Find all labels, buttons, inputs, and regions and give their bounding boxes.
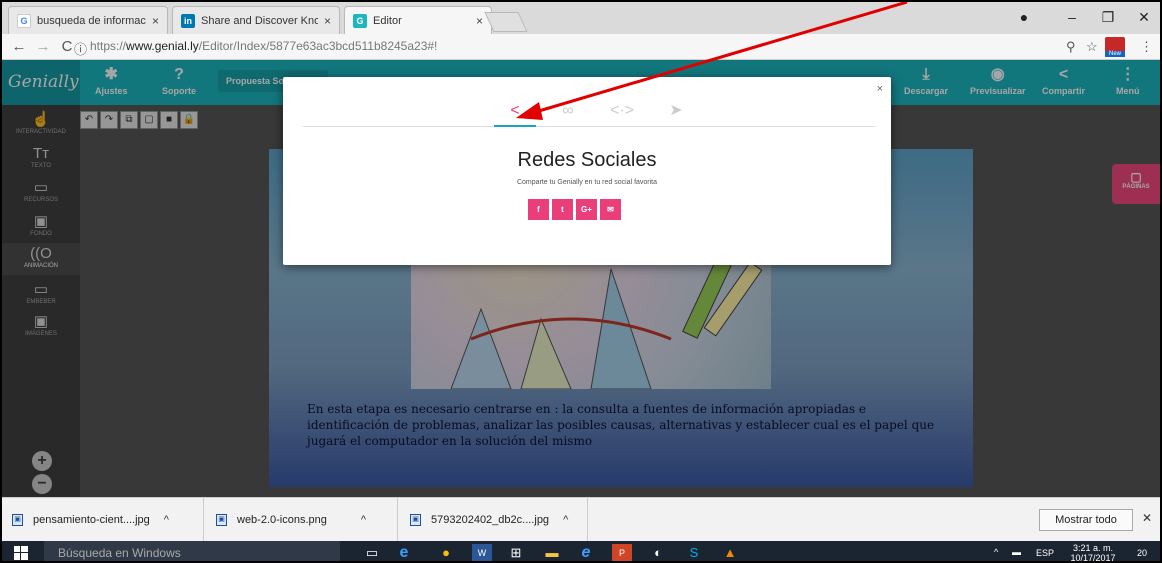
zoom-icon[interactable]: ⚲ <box>1066 39 1076 55</box>
tab-label: Editor <box>373 14 402 27</box>
download-filename: pensamiento-cient....jpg <box>33 514 150 526</box>
windows-taskbar: Búsqueda en Windows ▭ e ● W ⊞ ▬ e P ◐ S … <box>2 541 1160 563</box>
image-file-icon: ▣ <box>410 514 421 526</box>
extension-badge: New <box>1105 51 1125 57</box>
url-input[interactable]: https://www.genial.ly/Editor/Index/5877e… <box>90 39 437 53</box>
tab-social-share[interactable]: < <box>494 101 536 127</box>
close-tab-icon[interactable]: × <box>152 14 159 28</box>
forward-arrow-icon[interactable]: → <box>34 38 52 56</box>
address-bar: ← → C ⓘ https://www.genial.ly/Editor/Ind… <box>2 34 1160 60</box>
taskbar-clock[interactable]: 3:21 a. m. 10/17/2017 <box>1062 543 1124 563</box>
browser-tab-linkedin[interactable]: in Share and Discover Know × <box>172 6 340 34</box>
url-path: /Editor/Index/5877e63ac3bcd511b8245a23#! <box>198 39 438 53</box>
download-filename: 5793202402_db2c....jpg <box>431 514 550 526</box>
language-indicator[interactable]: ESP <box>1036 548 1054 558</box>
close-tab-icon[interactable]: × <box>324 14 331 28</box>
facebook-share-button[interactable]: f <box>528 199 549 220</box>
clock-date: 10/17/2017 <box>1070 553 1116 563</box>
chevron-up-icon[interactable]: ^ <box>563 514 568 526</box>
tab-link[interactable]: ∞ <box>547 101 589 127</box>
extension-icon[interactable]: New <box>1105 37 1125 57</box>
share-icon: < <box>510 102 520 119</box>
download-item[interactable]: ▣ web-2.0-icons.png ^ <box>206 498 398 542</box>
tab-label: Share and Discover Know <box>201 14 318 27</box>
embed-code-icon: <·> <box>609 102 634 119</box>
downloads-shelf: ▣ pensamiento-cient....jpg ^ ▣ web-2.0-icon… <box>2 497 1160 542</box>
edge-icon[interactable]: e <box>394 544 414 561</box>
close-window-icon[interactable]: ✕ <box>1134 8 1154 26</box>
chrome-menu-icon[interactable]: ⋮ <box>1140 39 1153 55</box>
show-all-button[interactable]: Mostrar todo <box>1039 509 1133 531</box>
file-explorer-icon[interactable]: ▬ <box>542 544 562 561</box>
download-filename: web-2.0-icons.png <box>237 514 327 526</box>
tab-label: busqueda de informacio <box>37 14 146 27</box>
task-view-icon[interactable]: ▭ <box>362 544 382 561</box>
twitter-share-button[interactable]: t <box>552 199 573 220</box>
share-tabs: < ∞ <·> ➤ <box>303 101 875 127</box>
screen-frame: G busqueda de informacio × in Share and … <box>0 0 1162 563</box>
vlc-icon[interactable]: ▲ <box>720 544 740 561</box>
notification-count: 20 <box>1136 548 1147 558</box>
clock-time: 3:21 a. m. <box>1072 543 1114 553</box>
store-icon[interactable]: ⊞ <box>506 544 526 561</box>
modal-subtitle: Comparte tu Genially en tu red social fa… <box>516 179 658 186</box>
url-scheme: https:// <box>90 39 127 53</box>
steam-icon[interactable]: ◐ <box>648 544 668 561</box>
info-icon[interactable]: ⓘ <box>74 39 87 58</box>
social-buttons: f t G+ ✉ <box>528 199 621 220</box>
share-modal: × < ∞ <·> ➤ Redes Sociales Comparte tu G… <box>283 77 891 265</box>
internet-explorer-icon[interactable]: e <box>576 544 596 561</box>
browser-tab-editor[interactable]: G Editor × <box>344 6 492 34</box>
url-host: www.genial.ly <box>126 39 199 53</box>
notifications-icon[interactable]: 20 <box>1132 544 1152 561</box>
windows-search-input[interactable]: Búsqueda en Windows <box>44 541 340 561</box>
link-icon: ∞ <box>562 102 574 119</box>
chevron-up-icon[interactable]: ^ <box>361 514 366 526</box>
word-icon[interactable]: W <box>472 544 492 561</box>
battery-icon[interactable]: ▬ <box>1012 547 1021 557</box>
chrome-icon[interactable]: ● <box>436 544 456 561</box>
linkedin-favicon-icon: in <box>181 13 195 28</box>
close-downloads-icon[interactable]: ✕ <box>1142 511 1152 525</box>
send-icon: ➤ <box>669 102 683 119</box>
minimize-window-icon[interactable]: – <box>1062 8 1082 26</box>
image-file-icon: ▣ <box>216 514 227 526</box>
restore-window-icon[interactable]: ❐ <box>1098 8 1118 26</box>
windows-start-icon[interactable] <box>14 546 28 560</box>
download-item[interactable]: ▣ 5793202402_db2c....jpg ^ <box>400 498 588 542</box>
skype-icon[interactable]: S <box>684 544 704 561</box>
tab-send[interactable]: ➤ <box>655 101 697 127</box>
browser-tab-strip: G busqueda de informacio × in Share and … <box>2 2 1160 34</box>
modal-title: Redes Sociales <box>517 149 657 171</box>
tab-embed[interactable]: <·> <box>601 101 643 127</box>
close-modal-icon[interactable]: × <box>877 83 883 95</box>
powerpoint-icon[interactable]: P <box>612 544 632 561</box>
bookmark-star-icon[interactable]: ☆ <box>1086 39 1098 55</box>
browser-tab-busqueda[interactable]: G busqueda de informacio × <box>8 6 168 34</box>
email-share-button[interactable]: ✉ <box>600 199 621 220</box>
image-file-icon: ▣ <box>12 514 23 526</box>
back-arrow-icon[interactable]: ← <box>10 38 28 56</box>
chevron-up-icon[interactable]: ^ <box>164 514 169 526</box>
googleplus-share-button[interactable]: G+ <box>576 199 597 220</box>
google-favicon-icon: G <box>17 13 31 28</box>
chevron-up-icon[interactable]: ^ <box>994 547 998 557</box>
download-item[interactable]: ▣ pensamiento-cient....jpg ^ <box>2 498 204 542</box>
genially-favicon-icon: G <box>353 13 367 28</box>
close-tab-icon[interactable]: × <box>476 14 483 28</box>
profile-icon[interactable]: ● <box>1014 8 1034 26</box>
